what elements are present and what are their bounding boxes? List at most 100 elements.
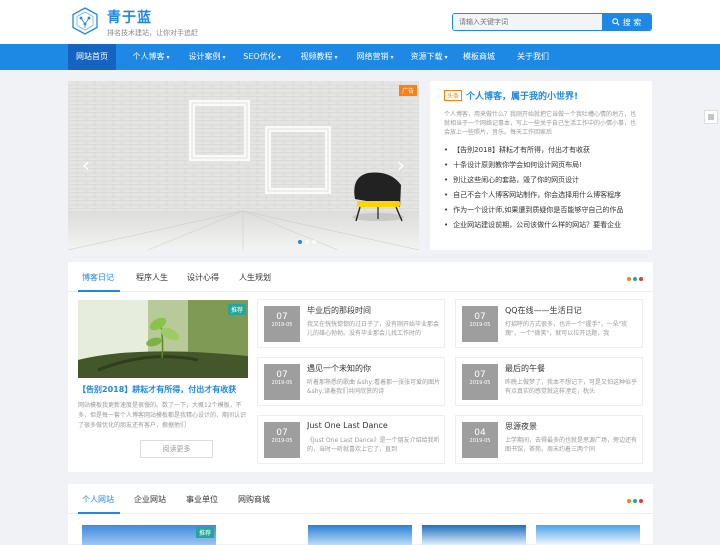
side-tool-button[interactable] xyxy=(704,110,718,124)
banner-image xyxy=(68,81,419,250)
nav-item-blog[interactable]: 个人博客 ▾ xyxy=(126,44,176,70)
slider-dot[interactable] xyxy=(305,240,309,244)
nav-label: 关于我们 xyxy=(517,52,549,61)
headline-text: 个人博客，用来做什么？我刚开始就把它当做一个我吐槽心情的地方，也就相当于一个网络… xyxy=(444,111,637,136)
post-excerpt: 昨晚上做梦了，我本不想记下，可是又怕这种似乎有点真实的感觉就这样湮走，枕头 xyxy=(505,379,638,395)
date-month: 2019-05 xyxy=(469,438,491,444)
nav-item-marketing[interactable]: 网络营销 ▾ xyxy=(350,44,400,70)
post-card[interactable]: 04 2019-05 思源夜景 上学期间，去得最多的也就是思源广场，旁边还有图书馆… xyxy=(455,415,643,464)
post-excerpt: 《Just One Last Dance》是一个朋友介绍给我听的，当时一听就喜欢… xyxy=(307,437,440,453)
chevron-down-icon: ▾ xyxy=(277,54,281,61)
tab-blog-diary[interactable]: 博客日记 xyxy=(82,272,114,283)
site-header: 青于蓝 排名技术建站，让你对手追赶 搜 索 xyxy=(0,0,720,44)
logo-icon[interactable] xyxy=(70,6,100,36)
headline-list-item[interactable]: 作为一个设计师,如果遭到质疑你是否能够守自己的作品 xyxy=(444,203,638,218)
post-excerpt: 上学期间，去得最多的也就是思源广场，旁边还有图书馆，茶苑。周末约着三两个同 xyxy=(505,437,638,453)
post-title[interactable]: 遇见一个未知的你 xyxy=(307,363,441,374)
date-day: 07 xyxy=(276,370,288,380)
post-title[interactable]: 最后的午餐 xyxy=(505,363,639,374)
date-day: 07 xyxy=(474,312,486,322)
date-month: 2019-05 xyxy=(469,322,491,328)
tab-personal-site[interactable]: 个人网站 xyxy=(82,494,114,505)
recommend-badge: 推荐 xyxy=(195,527,214,538)
headline-list-item[interactable]: 企业网站建设前期，公司该做什么样的网站？要看企业 xyxy=(444,218,638,233)
site-title[interactable]: 青于蓝 xyxy=(107,7,152,27)
post-card[interactable]: 07 2019-05 毕业后的那段时间 我又在恍恍惚惚的过日子了，没有刚开始毕业那… xyxy=(257,299,445,348)
nav-label: 资源下载 xyxy=(410,52,443,61)
featured-post-title[interactable]: 【告别2018】耕耘才有所得，付出才有收获 xyxy=(78,384,258,395)
bars-icon xyxy=(708,114,714,120)
nav-item-home[interactable]: 网站首页 xyxy=(68,44,116,70)
date-day: 07 xyxy=(276,428,288,438)
tab-institution[interactable]: 事业单位 xyxy=(186,494,218,505)
nav-item-seo[interactable]: SEO优化 ▾ xyxy=(237,44,287,70)
headline-list-item[interactable]: 自己不会个人博客网站制作，你会选择用什么博客程序 xyxy=(444,188,638,203)
dot xyxy=(633,499,637,503)
date-day: 07 xyxy=(276,312,288,322)
site-thumbnail[interactable] xyxy=(308,525,412,545)
search-box: 搜 索 xyxy=(452,13,652,31)
post-title[interactable]: 思源夜景 xyxy=(505,421,639,432)
tab-shop-site[interactable]: 网购商城 xyxy=(238,494,270,505)
post-title[interactable]: 毕业后的那段时间 xyxy=(307,305,441,316)
post-title[interactable]: QQ在线——生活日记 xyxy=(505,305,639,316)
date-badge: 07 2019-05 xyxy=(462,306,498,342)
more-dots-icon[interactable] xyxy=(627,277,643,281)
featured-post-image[interactable]: 推荐 xyxy=(78,300,248,378)
slider-dot[interactable] xyxy=(312,240,316,244)
nav-item-design[interactable]: 设计案例 ▾ xyxy=(182,44,232,70)
date-month: 2019-05 xyxy=(469,380,491,386)
post-excerpt: 我又在恍恍惚惚的过日子了，没有刚开始毕业那会儿的雄心勃勃。没有毕业那会儿找工作时… xyxy=(307,321,440,337)
search-button[interactable]: 搜 索 xyxy=(602,14,651,30)
headline-list-item[interactable]: 【告别2018】耕耘才有所得，付出才有收获 xyxy=(444,143,638,158)
tab-company-site[interactable]: 企业网站 xyxy=(134,494,166,505)
post-title[interactable]: Just One Last Dance xyxy=(307,421,441,430)
date-badge: 07 2019-05 xyxy=(462,364,498,400)
read-more-button[interactable]: 阅读更多 xyxy=(140,440,213,458)
post-card[interactable]: 07 2019-05 Just One Last Dance 《Just One … xyxy=(257,415,445,464)
date-badge: 07 2019-05 xyxy=(264,364,300,400)
tab-design-notes[interactable]: 设计心得 xyxy=(187,272,219,283)
chevron-down-icon: ▾ xyxy=(334,54,338,61)
date-badge: 07 2019-05 xyxy=(264,306,300,342)
nav-label: 模板商城 xyxy=(463,52,495,61)
site-thumbnail[interactable] xyxy=(422,525,526,545)
slider-next-arrow-icon[interactable]: › xyxy=(397,153,405,177)
nav-label: 网络营销 xyxy=(356,52,389,61)
date-day: 07 xyxy=(474,370,486,380)
slider-prev-arrow-icon[interactable]: ‹ xyxy=(82,153,90,177)
headline-list-item[interactable]: 十条设计原则教你学会如何设计网页布局! xyxy=(444,158,638,173)
headline-title[interactable]: 个人博客，属于我的小世界! xyxy=(466,89,578,102)
chevron-down-icon: ▾ xyxy=(390,54,394,61)
search-input[interactable] xyxy=(453,14,603,30)
nav-item-download[interactable]: 资源下载 ▾ xyxy=(404,44,454,70)
date-badge: 07 2019-05 xyxy=(264,422,300,458)
dot xyxy=(627,277,631,281)
nav-item-about[interactable]: 关于我们 xyxy=(512,44,554,70)
more-dots-icon[interactable] xyxy=(627,499,643,503)
headline-panel: 头条 个人博客，属于我的小世界! 个人博客，用来做什么？我刚开始就把它当做一个我… xyxy=(430,81,652,250)
blog-panel: 博客日记 程序人生 设计心得 人生规划 推荐 【告别2018】耕耘才有所得，付出… xyxy=(68,262,653,472)
site-thumbnail[interactable] xyxy=(536,525,640,545)
main-nav: 网站首页 个人博客 ▾ 设计案例 ▾ SEO优化 ▾ 视频教程 ▾ 网络营销 ▾ 资源下载… xyxy=(0,44,720,70)
dot xyxy=(639,499,643,503)
nav-label: SEO优化 xyxy=(243,52,276,61)
search-button-label: 搜 索 xyxy=(622,17,642,27)
banner-slider[interactable]: 广告 ‹ › xyxy=(68,81,419,250)
ad-badge: 广告 xyxy=(398,85,417,96)
post-excerpt: 听着那熟悉的歌曲 &shy;看着那一张张可爱的图片 &shy;读着我们共同欣赏的… xyxy=(307,379,441,395)
tab-program-life[interactable]: 程序人生 xyxy=(136,272,168,283)
headline-list-item[interactable]: 别让这些闹心的套路，毁了你的网页设计 xyxy=(444,173,638,188)
slider-dot[interactable] xyxy=(298,240,302,244)
nav-item-video[interactable]: 视频教程 ▾ xyxy=(294,44,344,70)
post-card[interactable]: 07 2019-05 遇见一个未知的你 听着那熟悉的歌曲 &shy;看着那一张张可… xyxy=(257,357,445,406)
post-excerpt: 打招呼的方式很多，也许一个"握手"，一朵"玫瑰"，一个"微笑"，就可以拉开话题，… xyxy=(505,321,628,337)
featured-post-excerpt: 网站模板我更新速度是很慢的。数了一下，大概12个模板，不多，但是每一套个人博客网… xyxy=(78,402,247,429)
post-card[interactable]: 07 2019-05 QQ在线——生活日记 打招呼的方式很多，也许一个"握手"，一… xyxy=(455,299,643,348)
headline-list: 【告别2018】耕耘才有所得，付出才有收获 十条设计原则教你学会如何设计网页布局… xyxy=(444,143,638,233)
nav-item-shop[interactable]: 模板商城 xyxy=(458,44,500,70)
tab-life-plan[interactable]: 人生规划 xyxy=(239,272,271,283)
nav-label: 网站首页 xyxy=(76,52,108,61)
site-thumbnail[interactable]: 推荐 xyxy=(82,525,216,545)
post-card[interactable]: 07 2019-05 最后的午餐 昨晚上做梦了，我本不想记下，可是又怕这种似乎有点… xyxy=(455,357,643,406)
